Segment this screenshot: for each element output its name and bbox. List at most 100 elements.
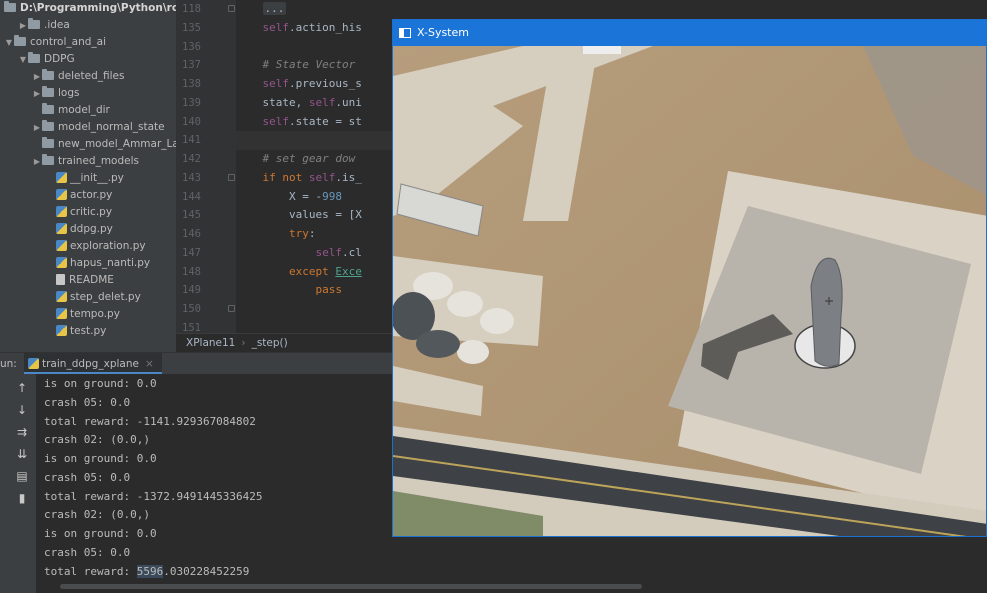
project-tree-item[interactable]: ddpg.py: [0, 221, 176, 238]
code-line: # set gear dow: [236, 150, 396, 169]
project-tool-window: D:\Programming\Python\rocket ▶.idea▼cont…: [0, 0, 176, 352]
code-token: try: [288, 227, 309, 240]
project-tree-item-label: actor.py: [70, 189, 113, 201]
run-panel-label: un:: [0, 358, 17, 370]
project-tree-item[interactable]: ▶ model_normal_state: [0, 119, 176, 136]
project-tree-item-label: tempo.py: [70, 308, 120, 320]
run-config-tab[interactable]: train_ddpg_xplane ×: [24, 353, 162, 375]
project-tree-item[interactable]: ▶ trained_models: [0, 153, 176, 170]
console-text: total reward:: [44, 564, 137, 578]
code-line: ...: [236, 0, 396, 19]
project-tree-item[interactable]: actor.py: [0, 187, 176, 204]
breadcrumb-class[interactable]: XPlane11: [186, 337, 235, 349]
folder-icon: [42, 103, 54, 114]
project-tree-item[interactable]: model_dir: [0, 102, 176, 119]
run-toolbar: ↑ ↓ ⇉ ⇊ ▤ ▮: [0, 374, 36, 593]
print-icon[interactable]: ▤: [14, 468, 30, 484]
project-tree-item[interactable]: tempo.py: [0, 306, 176, 323]
fold-marker-icon[interactable]: [228, 5, 235, 12]
code-token: Exce: [335, 264, 362, 278]
code-line: self.cl: [236, 244, 396, 263]
project-tree-item[interactable]: ▶ deleted_files: [0, 68, 176, 85]
project-tree-item[interactable]: __init__.py: [0, 170, 176, 187]
line-number: 139: [182, 96, 201, 109]
line-number: 145: [182, 209, 201, 222]
line-number: 141: [182, 134, 201, 147]
code-line: except Exce: [236, 263, 396, 282]
chevron-right-icon[interactable]: ▶: [32, 119, 42, 136]
code-token: .state = st: [289, 114, 362, 128]
tank: [480, 308, 514, 334]
project-tree-item[interactable]: ▼ control_and_ai: [0, 34, 176, 51]
project-tree-item[interactable]: README: [0, 272, 176, 289]
chevron-right-icon[interactable]: ▶: [32, 68, 42, 85]
window-icon: [399, 28, 411, 38]
code-token: 998: [322, 189, 342, 203]
run-config-label: train_ddpg_xplane: [42, 358, 139, 370]
project-tree-item[interactable]: ▶ .idea: [0, 17, 176, 34]
tank: [457, 340, 489, 364]
down-arrow-icon[interactable]: ↓: [14, 402, 30, 418]
project-tree-item[interactable]: test.py: [0, 323, 176, 340]
soft-wrap-icon[interactable]: ⇉: [14, 424, 30, 440]
code-line: self.state = st: [236, 113, 396, 132]
project-tree-item-label: critic.py: [70, 206, 113, 218]
python-file-icon: [56, 206, 67, 217]
project-tree-item[interactable]: hapus_nanti.py: [0, 255, 176, 272]
xsystem-title-bar[interactable]: X-System: [393, 20, 986, 46]
project-tree-item-label: new_model_Ammar_Lap: [58, 138, 176, 150]
chevron-down-icon[interactable]: ▼: [18, 51, 28, 68]
python-file-icon: [56, 172, 67, 183]
code-line: values = [X: [236, 206, 396, 225]
line-number: 146: [182, 228, 201, 240]
rocket-body: [810, 257, 843, 367]
python-file-icon: [56, 189, 67, 200]
code-line: self.previous_s: [236, 75, 396, 94]
chevron-right-icon[interactable]: ▶: [32, 85, 42, 102]
console-text: .030228452259: [163, 564, 250, 578]
fold-marker-icon[interactable]: [228, 173, 235, 181]
project-tree-item[interactable]: step_delet.py: [0, 289, 176, 306]
python-file-icon: [56, 291, 67, 302]
project-tree-item[interactable]: exploration.py: [0, 238, 176, 255]
chevron-right-icon[interactable]: ▶: [18, 17, 28, 34]
project-tree-item[interactable]: ▼ DDPG: [0, 51, 176, 68]
project-tree: ▶ .idea ▼ control_and_ai ▼ DDPG ▶ deleted_files…: [0, 17, 176, 340]
project-root[interactable]: D:\Programming\Python\rocket: [0, 0, 176, 17]
project-tree-item-label: control_and_ai: [30, 36, 107, 48]
fold-marker-icon[interactable]: [228, 305, 235, 312]
code-line: if not self.is_: [236, 169, 396, 188]
project-tree-item-label: test.py: [70, 325, 107, 337]
breadcrumb-method[interactable]: _step(): [252, 337, 288, 349]
line-number: 149: [182, 284, 201, 297]
code-token: .uni: [335, 95, 362, 109]
scroll-to-end-icon[interactable]: ⇊: [14, 446, 30, 462]
project-tree-item[interactable]: critic.py: [0, 204, 176, 221]
line-number: 140: [182, 115, 201, 128]
tank: [447, 291, 483, 317]
project-tree-item[interactable]: new_model_Ammar_Lap: [0, 136, 176, 153]
project-tree-item-label: DDPG: [44, 53, 75, 65]
close-tab-icon[interactable]: ×: [145, 358, 154, 370]
line-number: 142: [182, 153, 201, 165]
project-tree-item[interactable]: ▶ logs: [0, 85, 176, 102]
trash-icon[interactable]: ▮: [14, 490, 30, 506]
breadcrumb-separator: ›: [241, 337, 246, 349]
code-token: .cl: [341, 245, 362, 259]
chevron-down-icon[interactable]: ▼: [4, 34, 14, 51]
code-line: [236, 131, 396, 150]
simulator-viewport[interactable]: [393, 46, 987, 537]
folder-icon: [42, 154, 54, 165]
up-arrow-icon[interactable]: ↑: [14, 380, 30, 396]
xsystem-window[interactable]: X-System: [392, 19, 987, 537]
code-line: pass: [236, 281, 396, 300]
folder-icon: [14, 35, 26, 46]
code-token: self: [262, 20, 290, 34]
chevron-right-icon[interactable]: ▶: [32, 153, 42, 170]
code-editor[interactable]: ... self.action_his # State Vector self.…: [236, 0, 396, 333]
console-horizontal-scrollbar[interactable]: [60, 584, 642, 589]
